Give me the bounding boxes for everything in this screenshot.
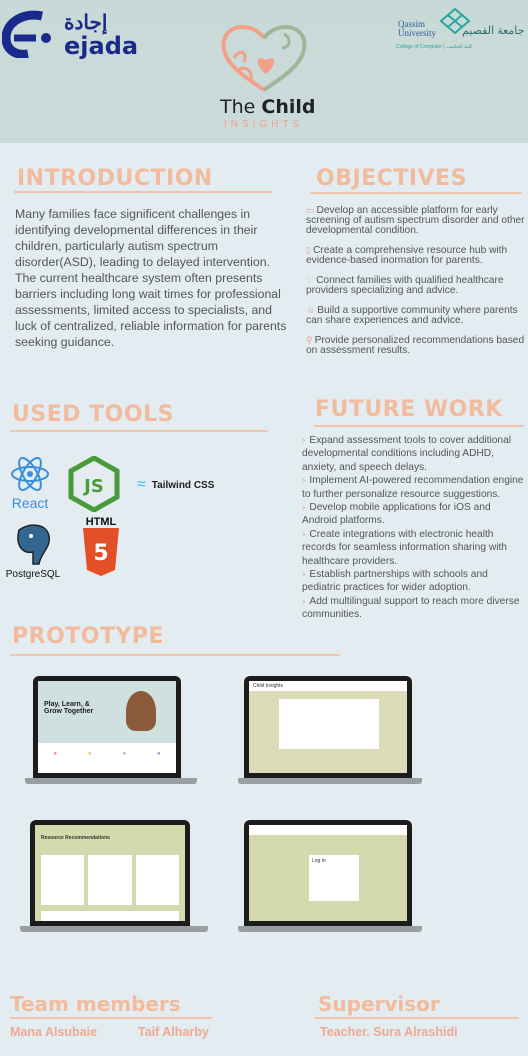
used-tools-heading: USED TOOLS [12,402,174,427]
future-item: › Establish partnerships with schools and… [302,569,488,594]
html5-logo: HTML 5 [80,516,122,581]
qassim-subtitle: College of Computer | كلية الحاسب [396,44,473,50]
ejada-mark-icon [2,10,51,58]
js-hexagon-icon: JS [68,455,120,513]
react-logo: React [8,456,52,511]
postgresql-logo: PostgreSQL [4,524,62,580]
used-tools-divider [10,430,268,432]
app-title: The Child [220,96,316,118]
search-icon: ⚲ [306,335,313,345]
objective-item: ☺ Build a supportive community where pare… [306,305,518,326]
qassim-university-logo: Qassim University جامعة القصيم College o… [396,8,526,54]
objective-item: ♡ Connect families with qualified healthc… [306,275,504,296]
team-divider [10,1017,212,1019]
ejada-logo: إجادة ejada [2,10,138,60]
ejada-latin: ejada [64,32,139,60]
js-label: JS [82,476,104,497]
objective-item: ▯ Create a comprehensive resource hub wit… [306,245,508,266]
objective-item: ▭ Develop an accessible platform for earl… [306,205,525,236]
objective-item: ⚲ Provide personalized recommendations ba… [306,335,525,356]
tailwind-label: Tailwind CSS [151,479,215,491]
screen-heading: Log in [309,855,359,901]
future-item: › Add multilingual support to reach more … [302,595,520,621]
supervisor-heading: Supervisor [318,992,440,1016]
objectives-list: ▭ Develop an accessible platform for earl… [306,205,528,365]
stethoscope-icon: ♡ [306,275,315,285]
introduction-divider [14,191,272,193]
app-subtitle: INSIGHTS [224,119,304,130]
laptop-icon: ▭ [306,205,315,215]
prototype-heading: PROTOTYPE [12,624,165,649]
child-photo [126,691,156,731]
react-icon [11,457,49,491]
tailwind-logo: ≈ Tailwind CSS [137,476,214,494]
chevron-right-icon: › [302,528,306,540]
react-label: React [11,495,49,511]
html-label: HTML [85,516,117,528]
future-item: › Implement AI-powered recommendation eng… [302,475,524,500]
future-work-divider [314,425,524,427]
qassim-name: Qassim University [398,19,436,38]
chevron-right-icon: › [302,595,306,607]
future-item: › Create integrations with electronic hea… [302,528,507,567]
nodejs-logo: JS [68,455,120,517]
team-member-name: Mana Alsubaie [10,1025,98,1039]
html5-shield-icon: 5 [83,528,119,576]
supervisor-divider [315,1017,519,1019]
chevron-right-icon: › [302,475,306,487]
objectives-divider [310,192,522,194]
chevron-right-icon: › [302,502,306,514]
prototype-divider [10,654,340,656]
screen-heading: Child Insights [249,681,407,691]
team-member-name: Taif Alharby [138,1025,209,1039]
supervisor-name: Teacher. Sura Alrashidi [320,1025,458,1039]
introduction-text: Many families face significent challenge… [15,207,287,349]
future-item: › Expand assessment tools to cover additi… [302,435,512,473]
chevron-right-icon: › [302,435,306,446]
book-icon: ▯ [306,245,311,255]
community-icon: ☺ [306,305,316,315]
introduction-heading: INTRODUCTION [17,166,213,191]
postgresql-label: PostgreSQL [5,569,61,580]
future-item: › Develop mobile applications for iOS and… [302,502,491,527]
chevron-right-icon: › [302,569,306,581]
objectives-heading: OBJECTIVES [316,166,467,191]
screen-heading: Play, Learn, & Grow Together [44,701,94,715]
qassim-arabic: جامعة القصيم [462,25,525,37]
future-work-list: › Expand assessment tools to cover additi… [302,434,526,622]
svg-text:5: 5 [93,541,108,566]
brain-heart-icon [221,25,307,92]
screen-heading: Resource Recommendations [41,835,110,841]
future-work-heading: FUTURE WORK [315,397,503,422]
child-insights-logo: The Child INSIGHTS [210,18,320,133]
tailwind-icon: ≈ [137,476,146,493]
team-members-heading: Team members [10,992,181,1016]
elephant-icon [17,524,50,565]
